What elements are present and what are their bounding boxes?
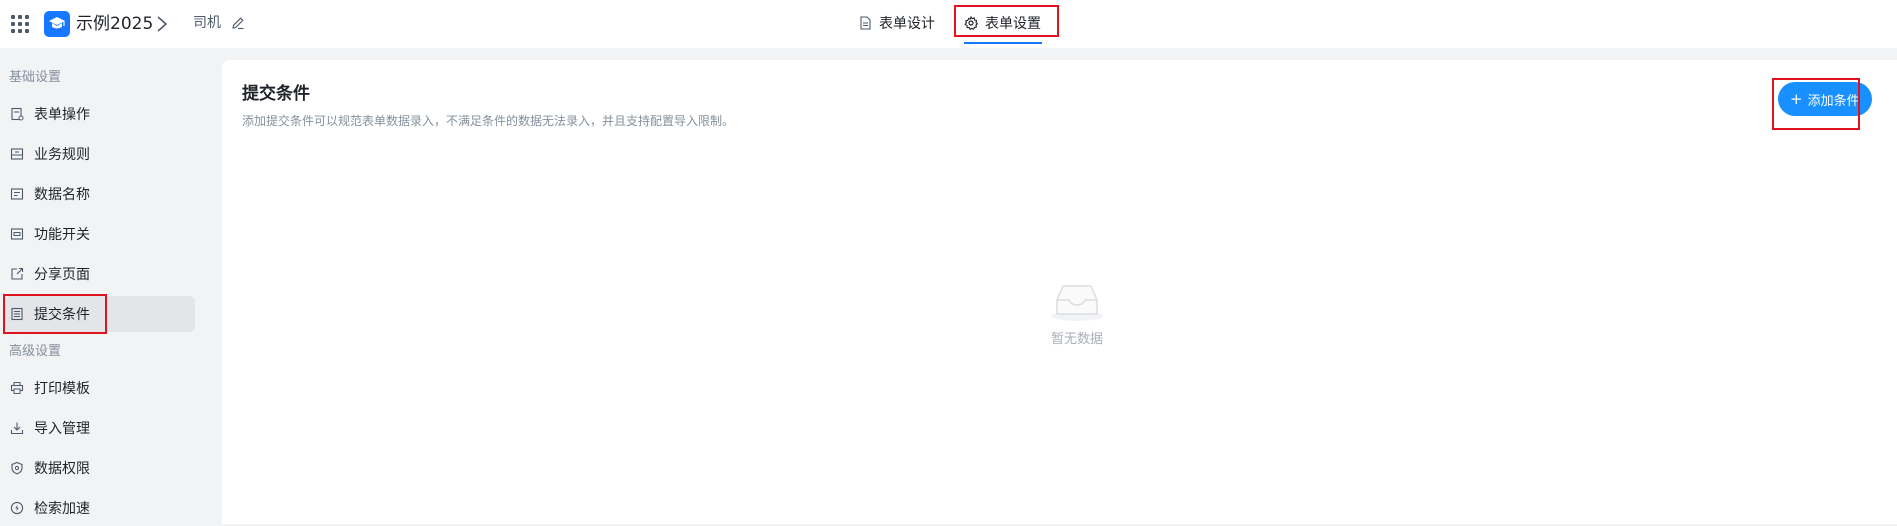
printer-icon <box>10 382 24 394</box>
sidebar-item-label: 导入管理 <box>34 421 90 437</box>
app-name[interactable]: 示例2025 <box>76 12 153 36</box>
sidebar-item-data-permissions[interactable]: 数据权限 <box>5 450 195 486</box>
tab-form-design-label: 表单设计 <box>879 16 935 32</box>
sidebar-item-feature-toggles[interactable]: 功能开关 <box>5 216 195 252</box>
sidebar-item-data-title[interactable]: 数据名称 <box>5 176 195 212</box>
import-icon <box>10 422 24 435</box>
form-name[interactable]: 司机 <box>193 13 221 33</box>
submit-conditions-panel: 提交条件 添加提交条件可以规范表单数据录入，不满足条件的数据无法录入，并且支持配… <box>222 60 1897 524</box>
sidebar-item-business-rules[interactable]: 业务规则 <box>5 136 195 172</box>
data-title-icon <box>10 188 24 200</box>
add-condition-button-label: 添加条件 <box>1807 93 1860 109</box>
list-icon <box>11 307 23 321</box>
group-label-basic: 基础设置 <box>9 70 62 85</box>
graduation-cap-icon[interactable] <box>44 11 70 37</box>
empty-inbox-icon <box>1051 285 1103 321</box>
sidebar-item-import-management[interactable]: 导入管理 <box>5 410 195 446</box>
plus-icon: + <box>1790 89 1803 108</box>
toggle-icon <box>10 228 24 240</box>
sidebar-item-search-acceleration[interactable]: 检索加速 <box>5 490 195 526</box>
sidebar-item-label: 数据名称 <box>34 187 90 203</box>
sidebar-item-label: 表单操作 <box>34 107 90 123</box>
sidebar-item-submit-conditions[interactable]: 提交条件 <box>5 296 195 332</box>
chevron-right-icon <box>157 16 168 32</box>
tab-form-design[interactable]: 表单设计 <box>858 0 935 46</box>
sidebar-item-label: 分享页面 <box>34 267 90 283</box>
group-label-advanced: 高级设置 <box>9 344 62 359</box>
share-icon <box>11 267 24 280</box>
edit-icon[interactable] <box>231 16 245 30</box>
tab-form-settings-label: 表单设置 <box>985 16 1041 32</box>
sidebar-item-label: 检索加速 <box>34 501 90 517</box>
sidebar-item-label: 业务规则 <box>34 147 90 163</box>
empty-state: 暂无数据 <box>1017 278 1137 347</box>
top-bar: 示例2025 司机 表单设计 表单设置 <box>0 0 1897 48</box>
tab-form-settings[interactable]: 表单设置 <box>964 0 1041 46</box>
sidebar-item-label: 打印模板 <box>34 381 90 397</box>
gear-icon <box>964 16 978 30</box>
lightning-icon <box>10 501 24 515</box>
document-icon <box>860 16 871 30</box>
sidebar-item-label: 提交条件 <box>34 307 90 323</box>
sidebar-item-label: 数据权限 <box>34 461 90 477</box>
form-edit-icon <box>11 107 24 121</box>
empty-state-text: 暂无数据 <box>1050 332 1103 347</box>
add-condition-button[interactable]: + 添加条件 <box>1778 82 1872 116</box>
page-title: 提交条件 <box>242 84 310 104</box>
shield-icon <box>11 461 23 475</box>
sidebar-item-label: 功能开关 <box>34 227 90 243</box>
app-grid-icon[interactable] <box>11 15 29 33</box>
settings-sidebar: 基础设置 表单操作 业务规则 数据名称 功能开关 分享页面 提交条件 高级设置 … <box>0 48 208 524</box>
sidebar-item-print-templates[interactable]: 打印模板 <box>5 370 195 406</box>
page-description: 添加提交条件可以规范表单数据录入，不满足条件的数据无法录入，并且支持配置导入限制… <box>242 114 735 128</box>
business-rule-icon <box>10 148 24 160</box>
sidebar-item-share-page[interactable]: 分享页面 <box>5 256 195 292</box>
active-tab-indicator <box>964 42 1042 44</box>
sidebar-item-form-operations[interactable]: 表单操作 <box>5 96 195 132</box>
